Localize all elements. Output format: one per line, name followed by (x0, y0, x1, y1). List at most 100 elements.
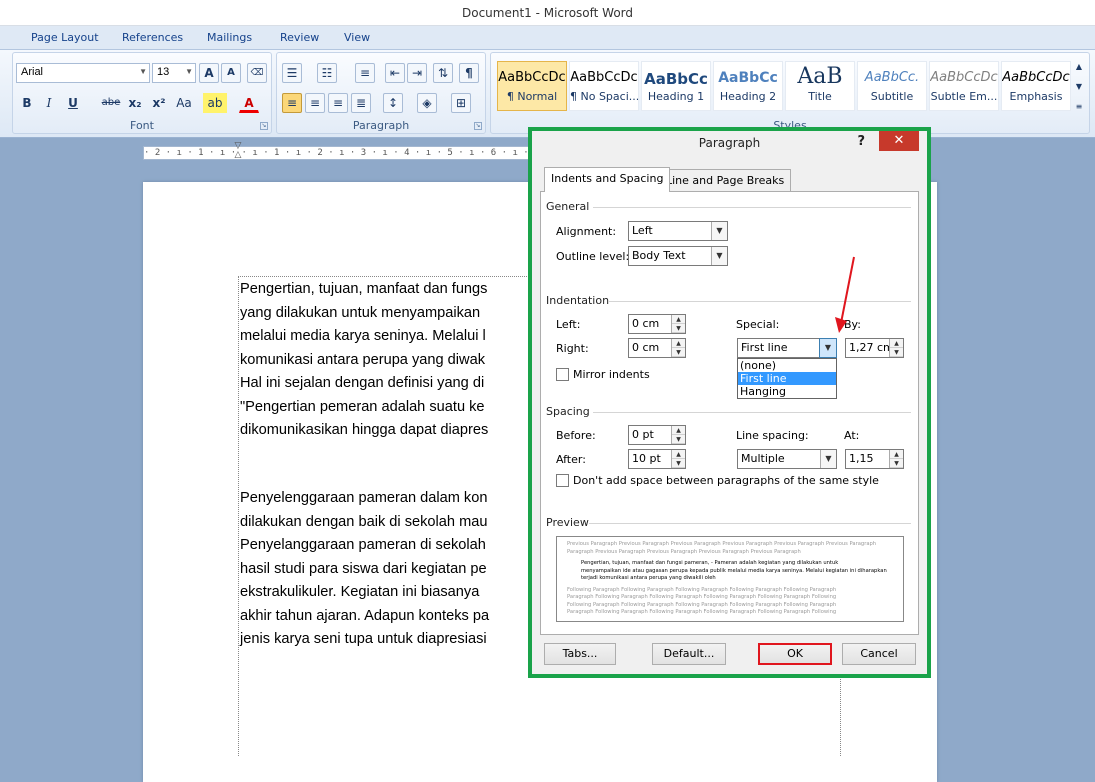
underline-button[interactable]: U (63, 93, 83, 113)
bold-button[interactable]: B (17, 93, 37, 113)
shrink-font-button[interactable]: A (221, 63, 241, 83)
dont-add-space-checkbox[interactable] (556, 474, 569, 487)
tab-line-and-page-breaks[interactable]: Line and Page Breaks (659, 169, 792, 191)
style-heading-1[interactable]: AaBbCc Heading 1 (641, 61, 711, 111)
spin-up-icon[interactable]: ▲ (672, 426, 685, 435)
style-title[interactable]: AaB Title (785, 61, 855, 111)
indent-right-spinner[interactable]: 0 cm ▲ ▼ (628, 338, 686, 358)
clear-formatting-icon[interactable]: ⌫ (247, 63, 267, 83)
show-formatting-button[interactable]: ¶ (459, 63, 479, 83)
style-name: ¶ No Spaci... (570, 90, 638, 103)
special-select[interactable]: First line ▼ (737, 338, 837, 358)
by-spinner[interactable]: 1,27 cm ▲ ▼ (845, 338, 904, 358)
spin-down-icon[interactable]: ▼ (672, 348, 685, 357)
indent-marker-icon[interactable]: ▽ △ (232, 142, 244, 162)
special-dropdown-list: (none) First line Hanging (737, 358, 837, 399)
section-divider (589, 523, 911, 524)
paragraph-dialog-launcher-icon[interactable]: ↘ (474, 122, 482, 130)
tab-page-layout[interactable]: Page Layout (31, 31, 99, 44)
tab-mailings[interactable]: Mailings (207, 31, 252, 44)
decrease-indent-icon[interactable]: ⇤ (385, 63, 405, 83)
ruler-ticks: · 2 · ı · 1 · ı · · ı · 1 · ı · 2 · ı · … (144, 148, 552, 158)
borders-icon[interactable]: ⊞ (451, 93, 471, 113)
spin-up-icon[interactable]: ▲ (672, 450, 685, 459)
dialog-tab-panel: General Alignment: Left ▼ Outline level: … (540, 191, 919, 635)
strikethrough-button[interactable]: abe (99, 93, 123, 113)
spin-up-icon[interactable]: ▲ (672, 339, 685, 348)
align-center-icon[interactable]: ≡ (305, 93, 325, 113)
tab-indents-and-spacing[interactable]: Indents and Spacing (544, 167, 671, 192)
spin-up-icon[interactable]: ▲ (672, 315, 685, 324)
font-name-combo[interactable]: Arial ▼ (16, 63, 150, 83)
by-value: 1,27 cm (849, 341, 894, 354)
style-emphasis[interactable]: AaBbCcDc Emphasis (1001, 61, 1071, 111)
special-option-none[interactable]: (none) (738, 359, 836, 372)
align-right-icon[interactable]: ≡ (328, 93, 348, 113)
sort-icon[interactable]: ⇅ (433, 63, 453, 83)
spin-down-icon[interactable]: ▼ (890, 459, 903, 468)
horizontal-ruler[interactable]: · 2 · ı · 1 · ı · · ı · 1 · ı · 2 · ı · … (143, 146, 553, 160)
mirror-indents-checkbox[interactable] (556, 368, 569, 381)
paragraph-group: ☰ ☷ ≡ ⇤ ⇥ ⇅ ¶ ≡ ≡ ≡ ≣ ↕ ◈ ⊞ Paragraph ↘ (276, 52, 486, 134)
shading-icon[interactable]: ◈ (417, 93, 437, 113)
change-case-button[interactable]: Aa (171, 93, 197, 113)
special-label: Special: (736, 318, 780, 331)
justify-icon[interactable]: ≣ (351, 93, 371, 113)
spin-down-icon[interactable]: ▼ (672, 459, 685, 468)
align-left-icon[interactable]: ≡ (282, 93, 302, 113)
ok-button[interactable]: OK (758, 643, 832, 665)
style-heading-2[interactable]: AaBbCc Heading 2 (713, 61, 783, 111)
spin-up-icon[interactable]: ▲ (890, 339, 903, 348)
font-size-combo[interactable]: 13 ▼ (152, 63, 196, 83)
preview-line: Paragraph Previous Paragraph Previous Pa… (567, 548, 801, 555)
style-subtle-emphasis[interactable]: AaBbCcDc Subtle Em... (929, 61, 999, 111)
spin-up-icon[interactable]: ▲ (890, 450, 903, 459)
tab-view[interactable]: View (344, 31, 370, 44)
italic-button[interactable]: I (39, 93, 59, 113)
alignment-select[interactable]: Left ▼ (628, 221, 728, 241)
grow-font-button[interactable]: A (199, 63, 219, 83)
line-spacing-icon[interactable]: ↕ (383, 93, 403, 113)
font-color-button[interactable]: A (239, 93, 259, 113)
numbering-icon[interactable]: ☷ (317, 63, 337, 83)
style-no-spacing[interactable]: AaBbCcDc ¶ No Spaci... (569, 61, 639, 111)
at-spinner[interactable]: 1,15 ▲ ▼ (845, 449, 904, 469)
indent-left-label: Left: (556, 318, 581, 331)
styles-scroll-down-icon[interactable]: ▼ (1073, 79, 1085, 95)
superscript-button[interactable]: x² (149, 93, 169, 113)
spin-down-icon[interactable]: ▼ (672, 324, 685, 333)
default-button[interactable]: Default... (652, 643, 726, 665)
style-sample: AaBbCc (718, 70, 778, 86)
chevron-down-icon: ▼ (139, 67, 147, 76)
styles-scroll-up-icon[interactable]: ▲ (1073, 59, 1085, 75)
style-normal[interactable]: AaBbCcDc ¶ Normal (497, 61, 567, 111)
increase-indent-icon[interactable]: ⇥ (407, 63, 427, 83)
tab-review[interactable]: Review (280, 31, 319, 44)
special-option-first-line[interactable]: First line (738, 372, 836, 385)
spacing-after-spinner[interactable]: 10 pt ▲ ▼ (628, 449, 686, 469)
tabs-button[interactable]: Tabs... (544, 643, 616, 665)
spin-down-icon[interactable]: ▼ (672, 435, 685, 444)
bullets-icon[interactable]: ☰ (282, 63, 302, 83)
style-sample: AaBbCcDc (498, 70, 566, 85)
tab-references[interactable]: References (122, 31, 183, 44)
spacing-before-spinner[interactable]: 0 pt ▲ ▼ (628, 425, 686, 445)
highlight-button[interactable]: ab (203, 93, 227, 113)
special-option-hanging[interactable]: Hanging (738, 385, 836, 398)
subscript-label: x₂ (128, 96, 142, 110)
alignment-value: Left (632, 224, 653, 237)
preview-line: menyampaikan ide atau gagasan perupa kep… (581, 567, 887, 574)
indent-left-value: 0 cm (632, 317, 660, 330)
style-subtitle[interactable]: AaBbCc. Subtitle (857, 61, 927, 111)
help-icon[interactable]: ? (857, 134, 865, 149)
indent-left-spinner[interactable]: 0 cm ▲ ▼ (628, 314, 686, 334)
styles-more-icon[interactable]: ≡ (1073, 99, 1085, 115)
multilevel-list-icon[interactable]: ≡ (355, 63, 375, 83)
font-dialog-launcher-icon[interactable]: ↘ (260, 122, 268, 130)
cancel-button[interactable]: Cancel (842, 643, 916, 665)
close-icon[interactable]: ✕ (879, 131, 919, 151)
spin-down-icon[interactable]: ▼ (890, 348, 903, 357)
line-spacing-select[interactable]: Multiple ▼ (737, 449, 837, 469)
subscript-button[interactable]: x₂ (125, 93, 145, 113)
outline-level-select[interactable]: Body Text ▼ (628, 246, 728, 266)
